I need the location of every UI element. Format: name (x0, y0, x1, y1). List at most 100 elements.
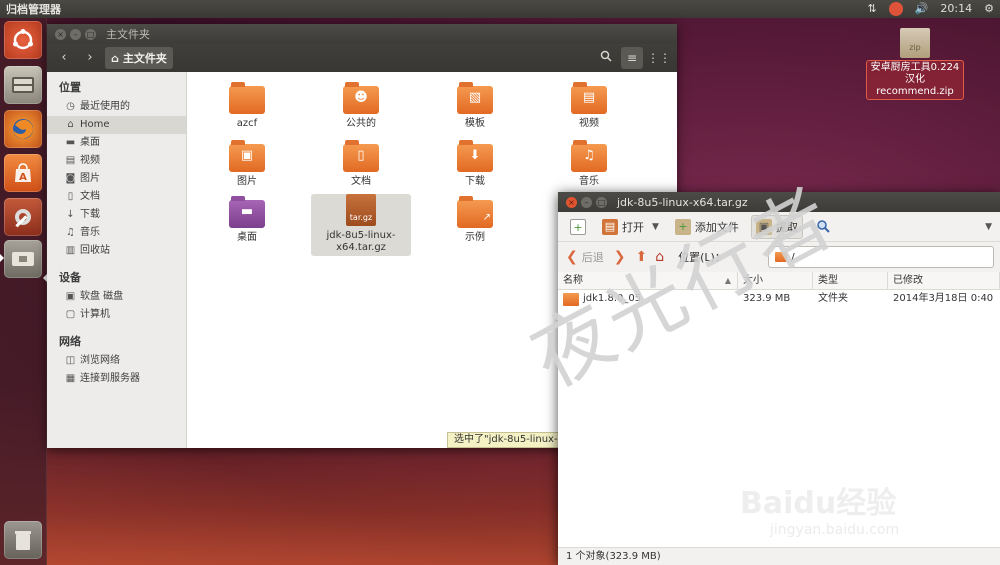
forward-button[interactable]: › (79, 47, 101, 69)
grid-view-icon[interactable]: ⋮⋮ (647, 47, 671, 69)
notification-icon[interactable] (888, 2, 903, 16)
ubuntu-icon[interactable] (4, 21, 42, 59)
places-heading: 位置 (59, 81, 81, 94)
sidebar-item-connect-server[interactable]: ▦ 连接到服务器 (47, 370, 186, 388)
sidebar-item-browse-network[interactable]: ◫ 浏览网络 (47, 352, 186, 370)
home-icon: ⌂ (67, 119, 74, 130)
clock[interactable]: 20:14 (940, 0, 972, 18)
sidebar-item-music[interactable]: ♫ 音乐 (47, 224, 186, 242)
devices-heading: 设备 (59, 271, 81, 284)
chevron-down-icon[interactable]: ▼ (985, 222, 992, 232)
active-app-title: 归档管理器 (6, 3, 61, 16)
menu-icon[interactable]: ≡ (621, 47, 643, 69)
folder-videos[interactable]: ▤ 视频 (539, 82, 639, 130)
folder-public[interactable]: ☻ 公共的 (311, 82, 411, 130)
search-icon[interactable] (595, 47, 617, 69)
firefox-icon[interactable] (4, 110, 42, 148)
minimize-button[interactable]: – (581, 196, 592, 208)
folder-templates-icon: ▧ (457, 82, 493, 114)
folder-desktop[interactable]: ▬ 桌面 (197, 196, 297, 244)
maximize-button[interactable]: □ (85, 28, 96, 40)
close-button[interactable]: × (566, 196, 577, 208)
extract-button[interactable]: ▣ 提取 (750, 214, 803, 239)
file-manager-titlebar[interactable]: × – □ 主文件夹 (47, 24, 677, 44)
column-size[interactable]: 大小 (738, 272, 813, 289)
trash-icon[interactable] (4, 521, 42, 559)
sidebar-item-computer[interactable]: ▢ 计算机 (47, 306, 186, 324)
sidebar-item-trash[interactable]: ▥ 回收站 (47, 242, 186, 260)
forward-arrow-icon[interactable]: ❯ (614, 249, 626, 265)
folder-examples[interactable]: ↗ 示例 (425, 196, 525, 244)
maximize-button[interactable]: □ (596, 196, 607, 208)
volume-icon[interactable]: 🔊 (915, 0, 929, 18)
back-label[interactable]: 后退 (582, 249, 604, 265)
location-label: 位置(L)： (678, 251, 726, 264)
sidebar-item-videos[interactable]: ▤ 视频 (47, 152, 186, 170)
sidebar-item-recent[interactable]: ◷ 最近使用的 (47, 98, 186, 116)
folder-icon (563, 292, 579, 306)
session-gear-icon[interactable]: ⚙ (984, 0, 994, 18)
folder-documents[interactable]: ▯ 文档 (311, 140, 411, 188)
minimize-button[interactable]: – (70, 28, 81, 40)
chevron-down-icon[interactable]: ▼ (652, 222, 659, 232)
sidebar-item-home[interactable]: ⌂ Home (47, 116, 186, 134)
new-archive-button[interactable]: + (566, 215, 590, 239)
archive-manager-icon[interactable] (4, 240, 42, 278)
column-modified[interactable]: 已修改 (888, 272, 1000, 289)
camera-icon: ◙ (65, 173, 76, 184)
add-files-button[interactable]: + 添加文件 (671, 215, 743, 239)
desktop-zip-file[interactable]: zip 安卓厨房工具0.224汉化 recommend.zip (866, 28, 964, 100)
archive-toolbar: + ▤ 打开 ▼ + 添加文件 ▣ 提取 ▼ (558, 212, 1000, 242)
archive-manager-titlebar[interactable]: × – □ jdk-8u5-linux-x64.tar.gz (558, 192, 1000, 212)
document-icon: ▯ (67, 191, 74, 202)
sidebar-item-downloads[interactable]: ↓ 下载 (47, 206, 186, 224)
table-header: 名称 ▲ 大小 类型 已修改 (558, 272, 1000, 290)
folder-pictures-icon: ▣ (229, 140, 265, 172)
indicator-area: ⇅ 🔊 20:14 ⚙ (868, 0, 994, 18)
folder-templates[interactable]: ▧ 模板 (425, 82, 525, 130)
download-icon: ↓ (66, 209, 75, 220)
desktop-icon: ▬ (65, 137, 76, 148)
column-name[interactable]: 名称 ▲ (558, 272, 738, 289)
watermark-url: jingyan.baidu.com (770, 522, 900, 538)
folder-icon (775, 252, 787, 262)
column-type[interactable]: 类型 (813, 272, 888, 289)
archive-file-icon: tar.gz (346, 194, 376, 226)
path-home-button[interactable]: ⌂ 主文件夹 (105, 47, 173, 69)
up-arrow-icon[interactable]: ⬆ (635, 249, 647, 265)
open-archive-icon: ▤ (602, 218, 618, 235)
folder-documents-icon: ▯ (343, 140, 379, 172)
sidebar-item-documents[interactable]: ▯ 文档 (47, 188, 186, 206)
open-button[interactable]: ▤ 打开 ▼ (598, 215, 663, 239)
sidebar-item-desktop[interactable]: ▬ 桌面 (47, 134, 186, 152)
location-input[interactable]: / (768, 246, 994, 268)
folder-videos-icon: ▤ (571, 82, 607, 114)
back-button[interactable]: ‹ (53, 47, 75, 69)
system-settings-icon[interactable] (4, 198, 42, 236)
file-jdk-tar[interactable]: tar.gz jdk-8u5-linux-x64.tar.gz (311, 194, 411, 256)
software-center-icon[interactable]: A (4, 154, 42, 192)
archive-file-list: 名称 ▲ 大小 类型 已修改 jdk1.8.0_05 323.9 MB 文件夹 2… (558, 272, 1000, 308)
files-icon[interactable] (4, 66, 42, 104)
table-row[interactable]: jdk1.8.0_05 323.9 MB 文件夹 2014年3月18日 0:40 (558, 290, 1000, 308)
new-document-icon: + (570, 218, 586, 235)
sidebar-item-pictures[interactable]: ◙ 图片 (47, 170, 186, 188)
network-icon[interactable]: ⇅ (868, 0, 877, 18)
folder-music[interactable]: ♫ 音乐 (539, 140, 639, 188)
home-icon[interactable]: ⌂ (655, 249, 664, 265)
path-home-label: 主文件夹 (122, 52, 167, 65)
close-button[interactable]: × (55, 28, 66, 40)
folder-downloads[interactable]: ⬇ 下载 (425, 140, 525, 188)
sort-up-icon: ▲ (724, 276, 731, 285)
folder-pictures[interactable]: ▣ 图片 (197, 140, 297, 188)
selection-status: 选中了"jdk-8u5-linux- (447, 432, 565, 448)
folder-icon (229, 82, 265, 114)
folder-azcf[interactable]: azcf (197, 82, 297, 130)
find-button[interactable] (811, 215, 835, 239)
sidebar-item-floppy[interactable]: ▣ 软盘 磁盘 (47, 288, 186, 306)
music-icon: ♫ (66, 227, 75, 238)
computer-icon: ▢ (65, 309, 76, 320)
top-panel: 归档管理器 ⇅ 🔊 20:14 ⚙ (0, 0, 1000, 18)
add-files-icon: + (674, 218, 691, 235)
back-arrow-icon[interactable]: ❮ (566, 249, 578, 265)
